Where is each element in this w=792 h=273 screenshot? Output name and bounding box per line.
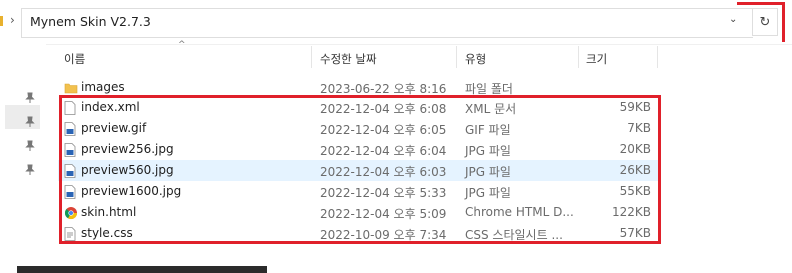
image-file-icon (64, 184, 76, 199)
folder-icon (64, 80, 78, 94)
file-name: images (81, 80, 125, 94)
image-file-icon (64, 142, 76, 157)
file-type: Chrome HTML D... (465, 205, 574, 219)
css-file-icon (64, 226, 76, 241)
folder-icon-partial (0, 16, 3, 26)
file-type: GIF 파일 (465, 123, 511, 137)
file-row[interactable]: preview1600.jpg 2022-12-04 오후 5:33 JPG 파일 5… (58, 181, 660, 202)
file-size: 122KB (611, 205, 651, 219)
file-name: index.xml (81, 100, 140, 114)
file-size: 26KB (619, 163, 651, 177)
highlight-mark-top (737, 2, 785, 5)
navigation-pane[interactable] (0, 44, 46, 273)
pin-icon[interactable] (25, 140, 35, 152)
file-size: 7KB (627, 121, 651, 135)
file-type: CSS 스타일시트 ... (465, 228, 563, 242)
file-row[interactable]: preview256.jpg 2022-12-04 오후 6:04 JPG 파일 20… (58, 139, 660, 160)
file-row[interactable]: index.xml 2022-12-04 오후 6:08 XML 문서 59KB (58, 97, 660, 118)
pin-icon[interactable] (25, 92, 35, 104)
file-size: 20KB (619, 142, 651, 156)
column-divider[interactable] (456, 46, 457, 68)
file-row[interactable]: images 2023-06-22 오후 8:16 파일 폴더 (58, 77, 660, 98)
taskbar-edge (17, 266, 267, 273)
chrome-icon (64, 205, 77, 220)
file-size: 55KB (619, 184, 651, 198)
file-type: 파일 폴더 (465, 82, 513, 96)
file-type: JPG 파일 (465, 186, 511, 200)
highlight-mark-side (782, 2, 785, 42)
file-modified: 2022-12-04 오후 6:04 (320, 144, 447, 158)
file-size: 59KB (619, 100, 651, 114)
file-name: preview560.jpg (81, 163, 174, 177)
file-row[interactable]: preview560.jpg 2022-12-04 오후 6:03 JPG 파일 26… (58, 160, 660, 181)
file-modified: 2022-12-04 오후 6:03 (320, 165, 447, 179)
file-row[interactable]: preview.gif 2022-12-04 오후 6:05 GIF 파일 7KB (58, 118, 660, 139)
file-modified: 2022-12-04 오후 5:09 (320, 207, 447, 221)
column-divider[interactable] (311, 46, 312, 68)
file-modified: 2022-12-04 오후 6:08 (320, 102, 447, 116)
file-name: style.css (81, 226, 133, 240)
file-name: skin.html (81, 205, 137, 219)
file-row[interactable]: style.css 2022-10-09 오후 7:34 CSS 스타일시트 ...… (58, 223, 660, 244)
xml-file-icon (64, 100, 76, 115)
file-type: JPG 파일 (465, 165, 511, 179)
file-modified: 2022-12-04 오후 5:33 (320, 186, 447, 200)
address-dropdown-icon[interactable]: ⌄ (729, 14, 737, 25)
pin-icon[interactable] (25, 116, 35, 128)
image-file-icon (64, 163, 76, 178)
file-type: JPG 파일 (465, 144, 511, 158)
pin-icon[interactable] (25, 164, 35, 176)
address-bar-row: › Mynem Skin V2.7.3 ⌄ ↻ (0, 0, 792, 45)
breadcrumb-current-folder[interactable]: Mynem Skin V2.7.3 (30, 14, 151, 29)
image-file-icon (64, 121, 76, 136)
file-size: 57KB (619, 226, 651, 240)
breadcrumb-chevron-icon[interactable]: › (10, 13, 15, 27)
file-name: preview1600.jpg (81, 184, 182, 198)
file-row[interactable]: skin.html 2022-12-04 오후 5:09 Chrome HTML D… (58, 202, 660, 223)
file-modified: 2022-12-04 오후 6:05 (320, 123, 447, 137)
file-type: XML 문서 (465, 102, 517, 116)
sort-ascending-icon: ^ (178, 40, 186, 50)
file-name: preview256.jpg (81, 142, 174, 156)
file-name: preview.gif (81, 121, 147, 135)
file-modified: 2023-06-22 오후 8:16 (320, 82, 447, 96)
column-divider[interactable] (578, 46, 579, 68)
refresh-button[interactable]: ↻ (752, 8, 778, 36)
file-modified: 2022-10-09 오후 7:34 (320, 228, 447, 242)
column-divider[interactable] (657, 46, 658, 68)
